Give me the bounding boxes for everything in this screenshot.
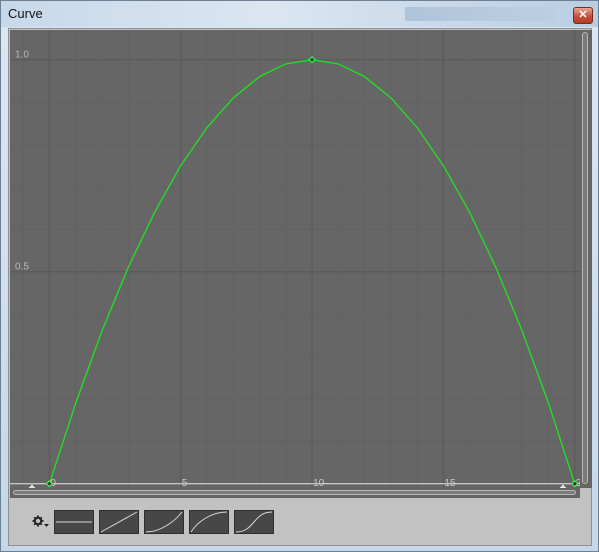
vertical-scrollbar-thumb[interactable]	[582, 32, 588, 484]
background-window-title	[405, 7, 555, 21]
constant-preset[interactable]	[54, 510, 94, 534]
x-tick-label: 10	[313, 478, 325, 488]
title-bar[interactable]: Curve ✕	[1, 1, 598, 27]
x-tick-label: 15	[444, 478, 456, 488]
horizontal-scrollbar[interactable]	[10, 488, 580, 498]
keyframe-point	[308, 55, 316, 64]
window-title: Curve	[8, 6, 43, 21]
curve-graph[interactable]: 1.00.505101520	[10, 30, 580, 488]
ease-in-preset[interactable]	[144, 510, 184, 534]
linear-preset[interactable]	[99, 510, 139, 534]
curve-window: Curve ✕ 1.00.505101520	[0, 0, 599, 552]
horizontal-scrollbar-thumb[interactable]	[13, 490, 576, 495]
ease-out-preset[interactable]	[189, 510, 229, 534]
x-tick-label: 5	[182, 478, 188, 488]
close-icon: ✕	[578, 9, 588, 21]
vertical-scrollbar[interactable]	[580, 30, 592, 488]
presets-gear-icon[interactable]	[32, 515, 50, 529]
ease-in-out-preset[interactable]	[234, 510, 274, 534]
close-button[interactable]: ✕	[573, 7, 593, 24]
y-tick-label: 1.0	[15, 50, 29, 61]
y-tick-label: 0.5	[15, 262, 29, 273]
curve-chart-svg[interactable]: 1.00.505101520	[10, 30, 580, 488]
presets-bar	[10, 500, 580, 544]
